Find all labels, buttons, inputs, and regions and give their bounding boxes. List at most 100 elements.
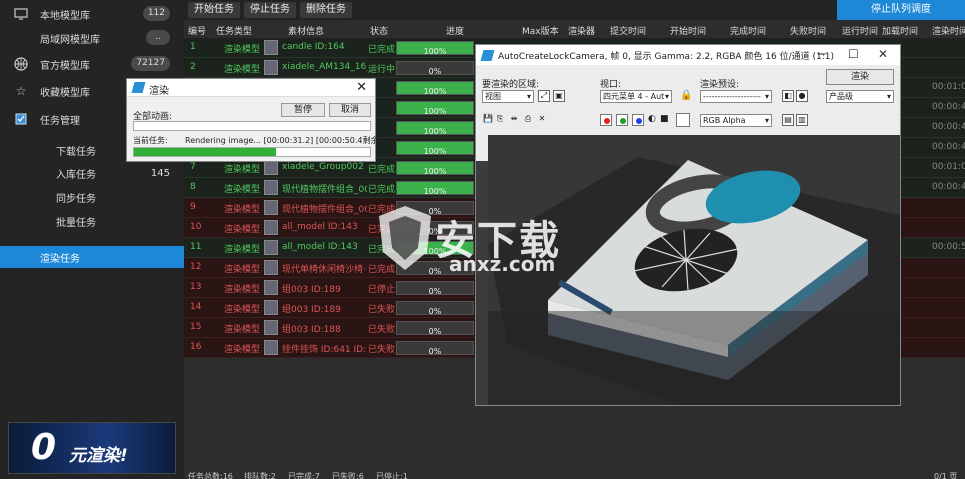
dialog-titlebar[interactable]: 渲染 ✕: [127, 79, 375, 97]
watermark-url: anxz.com: [449, 252, 556, 276]
material-info: 现代植物摆件组合_00···: [282, 205, 367, 215]
lock-icon[interactable]: 🔒: [680, 90, 692, 101]
sidebar-sub-import-tasks[interactable]: 入库任务 145: [0, 162, 184, 184]
green-channel-toggle[interactable]: [616, 114, 628, 126]
total-progress-bar: [133, 121, 371, 131]
task-type: 渲染模型: [224, 205, 261, 215]
sidebar-sub-render-tasks[interactable]: 渲染任务: [0, 246, 184, 268]
sidebar-item-label: 局域网模型库: [40, 34, 100, 46]
material-info: xiadele_Group002 ID:: [282, 162, 367, 172]
progress-text: 0%: [428, 67, 442, 76]
render-window-titlebar[interactable]: AutoCreateLockCamera, 帧 0, 显示 Gamma: 2.2…: [476, 45, 900, 65]
progress-bar: 100%: [396, 41, 474, 56]
channel-select[interactable]: RGB Alpha: [700, 114, 772, 127]
viewport-select[interactable]: 四元菜单 4 - Aut: [600, 90, 672, 103]
color-swatch[interactable]: [676, 113, 690, 127]
sidebar-sub-label: 渲染任务: [40, 253, 80, 265]
shield-logo-icon: [379, 206, 431, 270]
render-window-title: AutoCreateLockCamera, 帧 0, 显示 Gamma: 2.2…: [498, 52, 834, 62]
panel-icon[interactable]: ▥: [796, 114, 808, 126]
clear-icon[interactable]: ✕: [536, 114, 548, 126]
material-info: 现代单椅休闲椅沙椅···: [282, 265, 367, 275]
col-header[interactable]: Max版本: [522, 24, 559, 37]
material-thumbnail: [264, 220, 278, 235]
sidebar-sub-batch-tasks[interactable]: 批量任务: [0, 210, 184, 232]
task-type: 渲染模型: [224, 305, 261, 315]
material-thumbnail: [264, 300, 278, 315]
col-header[interactable]: 进度: [446, 24, 464, 37]
sidebar-item-lan-library[interactable]: 局域网模型库 ..: [0, 24, 184, 52]
blue-channel-toggle[interactable]: [632, 114, 644, 126]
area-select[interactable]: 视图: [482, 90, 534, 103]
mono-toggle-icon[interactable]: ■: [660, 114, 669, 124]
sidebar-item-label: 任务管理: [40, 115, 80, 127]
quality-select[interactable]: 产品级: [826, 90, 894, 103]
basketball-icon: [14, 57, 28, 71]
display-icon[interactable]: ▤: [782, 114, 794, 126]
clone-icon[interactable]: ⇹: [508, 114, 520, 126]
count-badge: 112: [142, 6, 170, 21]
task-status: 运行中: [368, 65, 396, 75]
teapot-icon[interactable]: ◧: [782, 90, 794, 102]
col-header[interactable]: 运行时间: [842, 24, 878, 37]
preset-select[interactable]: --------------------: [700, 90, 772, 103]
sidebar-item-label: 官方模型库: [40, 60, 90, 72]
start-task-button[interactable]: 开始任务: [188, 2, 240, 18]
task-number: 2: [190, 62, 196, 72]
col-header[interactable]: 渲染时间: [932, 24, 965, 37]
progress-text: 100%: [423, 127, 447, 136]
col-header[interactable]: 提交时间: [610, 24, 646, 37]
render-button[interactable]: 渲染: [826, 69, 894, 85]
col-header[interactable]: 状态: [370, 24, 388, 37]
stop-task-button[interactable]: 停止任务: [244, 2, 296, 18]
col-header[interactable]: 素材信息: [288, 24, 324, 37]
material-thumbnail: [264, 320, 278, 335]
close-icon[interactable]: ✕: [878, 47, 888, 61]
banner-text: 元渲染!: [69, 446, 128, 466]
col-header[interactable]: 编号: [188, 24, 206, 37]
task-type: 渲染模型: [224, 45, 261, 55]
progress-text: 100%: [423, 147, 447, 156]
col-header[interactable]: 渲染器: [568, 24, 595, 37]
status-queued: 排队数:2: [244, 472, 276, 479]
stop-queue-button[interactable]: 停止队列调度: [837, 0, 965, 20]
crop-icon[interactable]: ⤢: [538, 90, 550, 102]
sidebar: 本地模型库 112 局域网模型库 .. 官方模型库 72127 ☆ 收藏模型库 …: [0, 0, 184, 479]
copy-icon[interactable]: ⎘: [494, 114, 506, 126]
col-header[interactable]: 加载时间: [882, 24, 918, 37]
col-header[interactable]: 完成时间: [730, 24, 766, 37]
progress-text: 0%: [428, 287, 442, 296]
progress-bar: 0%: [396, 281, 474, 296]
status-stopped: 已停止:1: [376, 472, 408, 479]
alpha-toggle-icon[interactable]: ◐: [648, 114, 656, 124]
region-icon[interactable]: ▣: [553, 90, 565, 102]
star-icon: ☆: [15, 84, 27, 98]
task-status: 已完成: [368, 185, 396, 195]
render-time: 00:00:4: [932, 142, 965, 152]
promo-banner[interactable]: 0 元渲染!: [8, 422, 176, 474]
col-header[interactable]: 失败时间: [790, 24, 826, 37]
page-indicator: 0/1 页: [934, 472, 958, 479]
print-icon[interactable]: ⎙: [522, 114, 534, 126]
task-number: 12: [190, 262, 202, 272]
red-channel-toggle[interactable]: [600, 114, 612, 126]
save-icon[interactable]: 💾: [482, 114, 494, 126]
settings-icon[interactable]: ●: [796, 90, 808, 102]
status-bar: 任务总数:16 排队数:2 已完成:7 已失败:6 已停止:1 0/1 页: [184, 471, 965, 479]
task-status: 已失败: [368, 345, 396, 355]
delete-task-button[interactable]: 删除任务: [300, 2, 352, 18]
pause-button[interactable]: 暂停: [281, 103, 325, 117]
col-header[interactable]: 任务类型: [216, 24, 252, 37]
task-type: 渲染模型: [224, 325, 261, 335]
col-header[interactable]: 开始时间: [670, 24, 706, 37]
count-badge: ..: [146, 30, 170, 45]
cancel-button[interactable]: 取消: [329, 103, 371, 117]
material-thumbnail: [264, 340, 278, 355]
maximize-icon[interactable]: ☐: [848, 47, 859, 61]
task-number: 8: [190, 182, 196, 192]
progress-bar: 100%: [396, 141, 474, 156]
sidebar-item-official-library[interactable]: 官方模型库 72127: [0, 50, 184, 78]
minimize-icon[interactable]: ─: [818, 47, 825, 61]
close-icon[interactable]: ✕: [356, 80, 367, 95]
sidebar-sub-sync-tasks[interactable]: 同步任务: [0, 186, 184, 208]
